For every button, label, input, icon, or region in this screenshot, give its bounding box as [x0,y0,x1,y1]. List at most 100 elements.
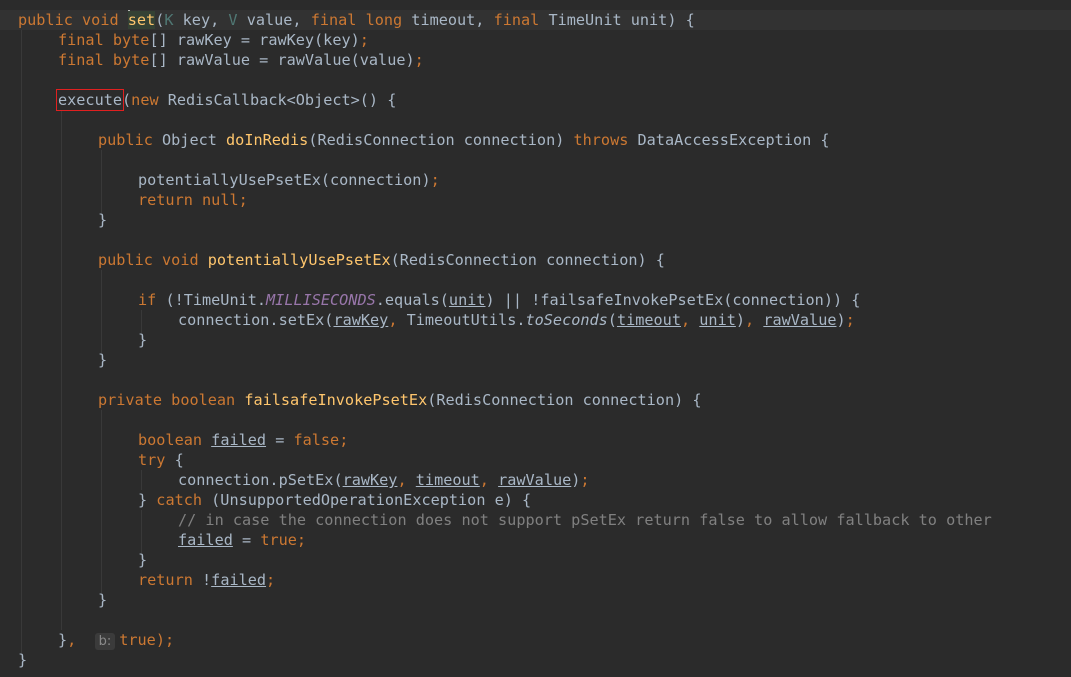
code-line[interactable]: public Object doInRedis(RedisConnection … [98,130,830,150]
code-line[interactable]: } catch (UnsupportedOperationException e… [138,490,531,510]
type-param: K [164,11,174,29]
code-line[interactable]: public void set(K key, V value, final lo… [18,10,695,30]
code-comment: // in case the connection does not suppo… [178,511,992,529]
code-token: connection.setEx( [178,311,334,329]
code-line[interactable]: return !failed; [138,570,275,590]
keyword: byte [112,51,150,69]
code-token: connection.pSetEx( [178,471,343,489]
method-name: failsafeInvokePsetEx [244,391,428,409]
code-line[interactable]: }, b: true); [58,630,174,650]
code-token: timeout, [402,11,494,29]
code-line[interactable]: } [138,330,147,350]
code-line[interactable]: try { [138,450,184,470]
keyword: void [82,11,119,29]
code-token: ; [266,571,276,589]
code-token: } [98,591,108,609]
code-token: ( [155,11,165,29]
keyword: if [138,291,157,309]
code-token: } [138,491,157,509]
variable: timeout [616,311,681,329]
code-token: , [479,471,489,489]
code-token: (!TimeUnit. [156,291,267,309]
code-token: ; [359,31,369,49]
code-line[interactable]: execute(new RedisCallback<Object>() { [55,89,397,111]
code-line[interactable]: connection.setEx(rawKey, TimeoutUtils.to… [178,310,855,330]
code-token: ( [607,311,617,329]
code-line[interactable]: final byte[] rawKey = rawKey(key); [58,30,369,50]
code-token: = [232,531,261,549]
code-token: ; [580,471,590,489]
code-token: = [266,431,294,449]
code-editor[interactable]: public void set(K key, V value, final lo… [0,0,1071,677]
code-line[interactable]: failed = true; [178,530,306,550]
code-token: key, [173,11,229,29]
code-line[interactable]: } [98,350,107,370]
code-token: } [98,211,108,229]
code-line[interactable]: public void potentiallyUsePsetEx(RedisCo… [98,250,665,270]
code-token: , [680,311,691,329]
code-token: TimeUnit unit) { [539,11,695,29]
code-token: (RedisConnection connection) { [427,391,702,409]
variable: failed [178,531,233,549]
code-token: ) || !failsafeInvokePsetEx(connection)) … [485,291,861,309]
code-token: (RedisConnection connection) [308,131,574,149]
keyword: final [58,31,104,49]
variable: failed [211,431,267,449]
keyword: final [310,11,357,29]
method-name: potentiallyUsePsetEx [207,251,391,269]
keyword: catch [156,491,203,509]
code-line[interactable]: } [18,650,27,670]
code-token: (UnsupportedOperationException e) { [202,491,532,509]
code-token: RedisCallback<Object>() { [158,91,397,109]
keyword: boolean [171,391,236,409]
method-name: set [127,11,156,29]
code-line[interactable]: connection.pSetEx(rawKey, timeout, rawVa… [178,470,590,490]
code-token: ; [339,431,349,449]
code-token: TimeoutUtils. [397,311,526,329]
code-token: } [98,351,108,369]
code-token: (RedisConnection connection) { [390,251,665,269]
keyword: private [98,391,163,409]
code-line[interactable]: } [98,590,107,610]
keyword: byte [112,31,150,49]
code-line[interactable]: private boolean failsafeInvokePsetEx(Red… [98,390,702,410]
code-token: ! [192,571,212,589]
keyword: final [493,11,540,29]
code-token: , [745,311,755,329]
keyword: void [162,251,199,269]
code-token: ) [836,311,846,329]
code-token: ; [238,191,248,209]
code-token: { [165,451,184,469]
constant: MILLISECONDS [266,291,376,309]
code-line[interactable]: if (!TimeUnit.MILLISECONDS.equals(unit) … [138,290,860,310]
code-token: } [138,331,148,349]
code-token: ; [414,51,424,69]
code-token: } [138,551,148,569]
code-line[interactable]: return null; [138,190,248,210]
indent-guide [21,30,22,660]
code-token: ( [122,91,132,109]
code-line[interactable]: // in case the connection does not suppo… [178,510,992,530]
method-name: doInRedis [226,131,309,149]
keyword: false [293,431,340,449]
code-token: ); [155,631,175,649]
keyword: return [138,571,193,589]
indent-guide [61,110,62,630]
code-line[interactable]: potentiallyUsePsetEx(connection); [138,170,440,190]
code-token: } [58,631,68,649]
variable: rawValue [763,311,837,329]
code-token: ; [296,531,307,549]
code-token: } [18,651,28,669]
code-line[interactable]: } [98,210,107,230]
indent-guide [101,410,102,600]
code-line[interactable]: final byte[] rawValue = rawValue(value); [58,50,424,70]
code-line[interactable]: } [138,550,147,570]
code-token: .equals( [375,291,449,309]
keyword: try [138,451,166,469]
code-token: , [67,631,77,649]
code-line[interactable]: boolean failed = false; [138,430,348,450]
keyword: throws [573,131,629,149]
code-token: [] rawValue = rawValue(value) [149,51,415,69]
type-param: V [228,11,238,29]
execute-call-highlight: execute [55,89,125,111]
